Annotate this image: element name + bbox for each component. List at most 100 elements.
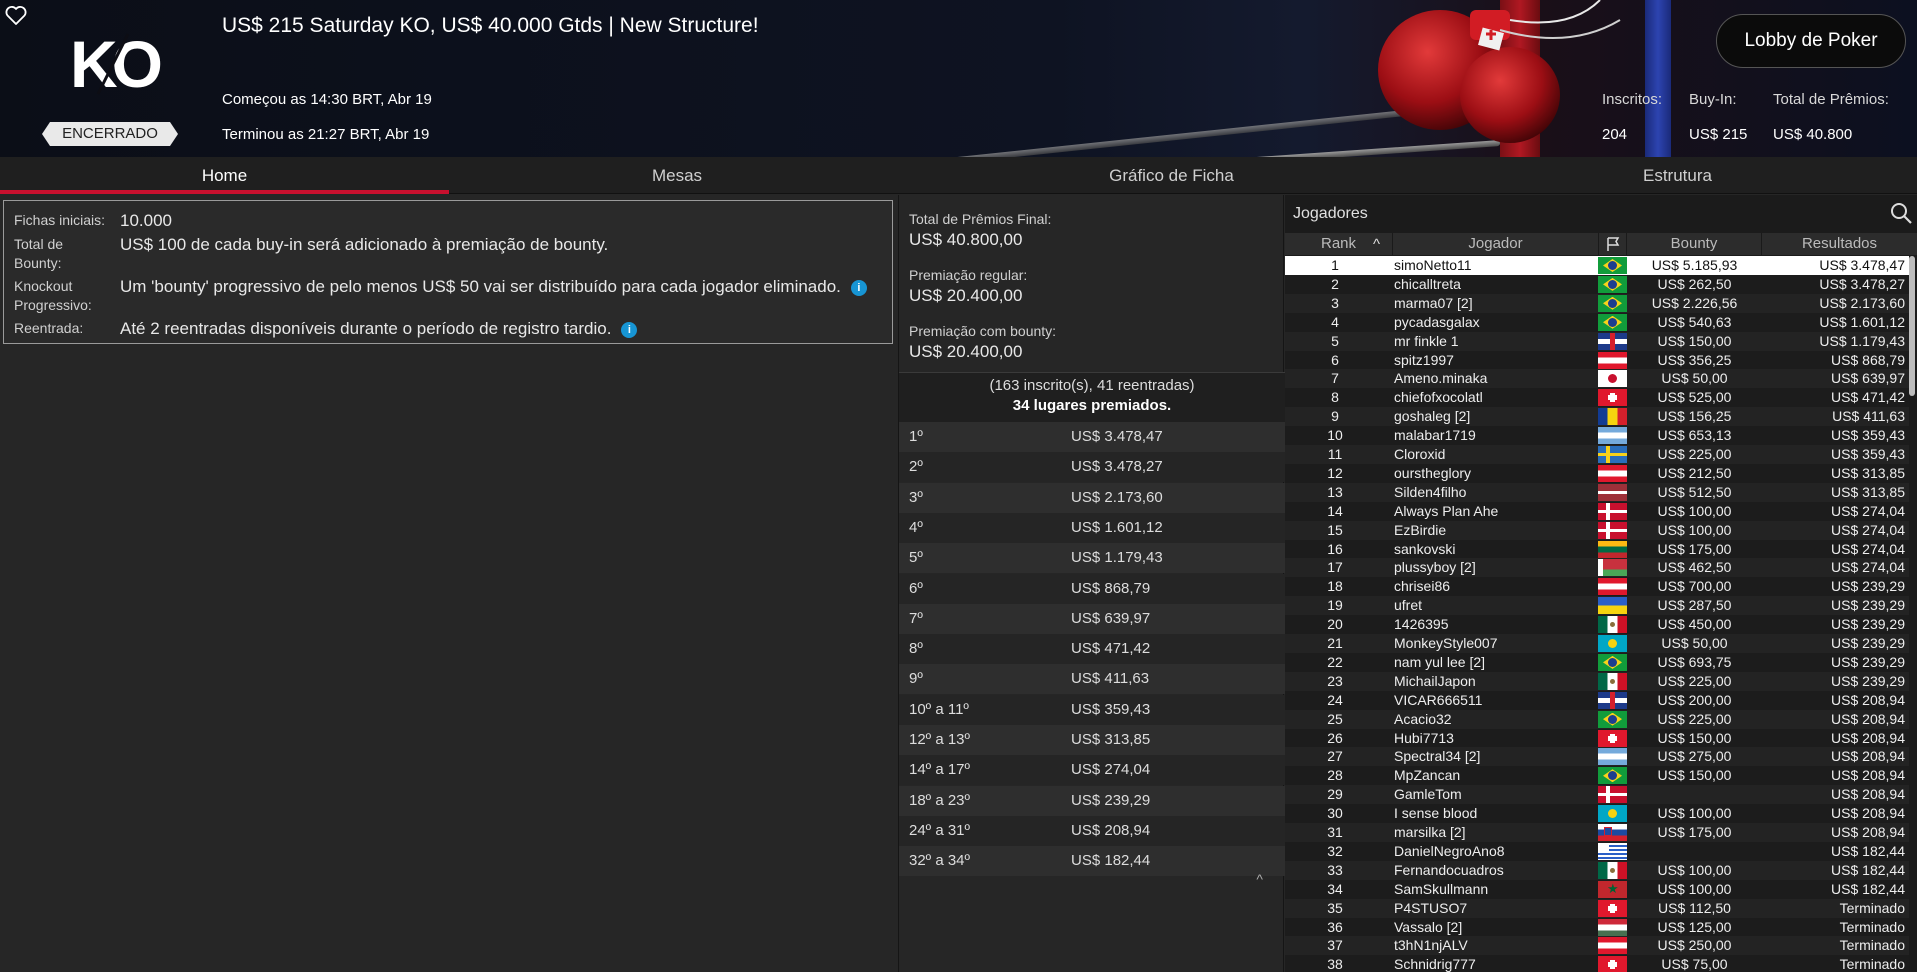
player-row[interactable]: 8 chiefofxocolatl US$ 525,00 US$ 471,42 (1285, 388, 1909, 408)
player-row[interactable]: 28 MpZancan US$ 150,00 US$ 208,94 (1285, 766, 1909, 786)
info-icon[interactable]: i (850, 280, 867, 296)
player-row[interactable]: 18 chrisei86 US$ 700,00 US$ 239,29 (1285, 577, 1909, 597)
payout-row: 7º US$ 639,97 (899, 603, 1285, 634)
player-row[interactable]: 26 Hubi7713 US$ 150,00 US$ 208,94 (1285, 728, 1909, 748)
player-row[interactable]: 12 oursthеglory US$ 212,50 US$ 313,85 (1285, 463, 1909, 483)
country-flag-icon (1598, 408, 1627, 426)
player-row[interactable]: 14 Always Plan Ahe US$ 100,00 US$ 274,04 (1285, 501, 1909, 521)
flag-br-icon (1598, 710, 1627, 728)
player-result: US$ 208,94 (1831, 824, 1905, 840)
poker-lobby-button[interactable]: Lobby de Poker (1716, 14, 1906, 68)
player-row[interactable]: 1 simoNetto11 US$ 5.185,93 US$ 3.478,47 (1285, 256, 1909, 275)
ring-rope (302, 140, 1501, 157)
player-name: ufret (1394, 597, 1423, 614)
column-bounty[interactable]: Bounty (1627, 233, 1762, 255)
player-row[interactable]: 36 Vassalo [2] US$ 125,00 Terminado (1285, 917, 1909, 937)
player-row[interactable]: 34 SamSkullmann US$ 100,00 US$ 182,44 (1285, 879, 1909, 899)
player-row[interactable]: 20 1426395 US$ 450,00 US$ 239,29 (1285, 615, 1909, 635)
buyin-value: US$ 215 (1689, 126, 1748, 143)
player-result: US$ 313,85 (1831, 483, 1905, 500)
tab-home[interactable]: Home (0, 157, 449, 194)
player-row[interactable]: 38 Schnidrig777 US$ 75,00 Terminado (1285, 955, 1909, 972)
column-rank[interactable]: Rank ^ (1285, 233, 1393, 255)
favorite-heart-icon[interactable] (4, 3, 28, 27)
player-name: Hubi7713 (1394, 729, 1454, 746)
player-row[interactable]: 9 goshaleg [2] US$ 156,25 US$ 411,63 (1285, 407, 1909, 427)
player-name: I sense blood (1394, 805, 1478, 822)
payout-place: 4º (909, 518, 923, 536)
ring-rope (505, 100, 1501, 157)
player-row[interactable]: 5 mr finkle 1 US$ 150,00 US$ 1.179,43 (1285, 331, 1909, 351)
tab-chip-chart[interactable]: Gráfico de Ficha (905, 157, 1438, 194)
player-row[interactable]: 4 pycadasgalax US$ 540,63 US$ 1.601,12 (1285, 312, 1909, 332)
column-results[interactable]: Resultados (1762, 233, 1917, 255)
player-row[interactable]: 24 VICAR666511 US$ 200,00 US$ 208,94 (1285, 690, 1909, 710)
total-prize-final-value: US$ 40.800,00 (909, 230, 1023, 249)
tournament-title: US$ 215 Saturday KO, US$ 40.000 Gtds | N… (222, 14, 759, 37)
flag-dk-icon (1598, 786, 1627, 804)
payout-row: 5º US$ 1.179,43 (899, 543, 1285, 574)
flag-hu-icon (1598, 918, 1627, 936)
player-name: mr finkle 1 (1394, 332, 1459, 349)
player-row[interactable]: 3 marma07 [2] US$ 2.226,56 US$ 2.173,60 (1285, 293, 1909, 313)
player-name: Fernandocuadros (1394, 861, 1504, 878)
players-scrollbar[interactable] (1909, 256, 1915, 396)
player-row[interactable]: 37 t3hN1njALV US$ 250,00 Terminado (1285, 936, 1909, 956)
payout-row: 10º a 11º US$ 359,43 (899, 694, 1285, 725)
player-row[interactable]: 13 Silden4filho US$ 512,50 US$ 313,85 (1285, 482, 1909, 502)
prize-panel: Total de Prêmios Final: US$ 40.800,00 Pr… (898, 195, 1285, 972)
player-row[interactable]: 10 malabar1719 US$ 653,13 US$ 359,43 (1285, 426, 1909, 446)
player-name: Acacio32 (1394, 710, 1452, 727)
info-icon[interactable]: i (621, 322, 638, 338)
entries-summary: (163 inscrito(s), 41 reentradas) 34 luga… (899, 372, 1285, 422)
player-row[interactable]: 19 ufret US$ 287,50 US$ 239,29 (1285, 596, 1909, 616)
payout-amount: US$ 3.478,47 (1071, 428, 1163, 445)
search-icon[interactable] (1889, 201, 1913, 225)
player-row[interactable]: 22 nam yul lee [2] US$ 693,75 US$ 239,29 (1285, 652, 1909, 672)
player-row[interactable]: 2 chicalltreta US$ 262,50 US$ 3.478,27 (1285, 274, 1909, 294)
player-row[interactable]: 16 sankovski US$ 175,00 US$ 274,04 (1285, 539, 1909, 559)
payout-row: 9º US$ 411,63 (899, 664, 1285, 695)
player-row[interactable]: 7 Ameno.minaka US$ 50,00 US$ 639,97 (1285, 369, 1909, 389)
country-flag-icon (1598, 918, 1627, 936)
payout-amount: US$ 208,94 (1071, 821, 1151, 839)
player-row[interactable]: 35 P4STUSO7 US$ 112,50 Terminado (1285, 898, 1909, 918)
bounty-prize-value: US$ 20.400,00 (909, 342, 1023, 361)
player-row[interactable]: 15 EzBirdie US$ 100,00 US$ 274,04 (1285, 520, 1909, 540)
player-rank: 5 (1331, 332, 1339, 349)
player-bounty: US$ 356,25 (1657, 351, 1732, 368)
country-flag-icon (1598, 257, 1627, 274)
player-row[interactable]: 32 DanielNegroAno8 US$ 182,44 (1285, 841, 1909, 861)
collapse-arrow-icon[interactable]: ^ (1256, 871, 1263, 887)
players-table-header: Rank ^ Jogador Bounty Resultados (1285, 233, 1917, 255)
player-bounty: US$ 262,50 (1657, 275, 1732, 292)
player-row[interactable]: 17 plussyboy [2] US$ 462,50 US$ 274,04 (1285, 558, 1909, 578)
player-name: GamleTom (1394, 786, 1462, 803)
tab-structure[interactable]: Estrutura (1438, 157, 1917, 194)
player-row[interactable]: 25 Acacio32 US$ 225,00 US$ 208,94 (1285, 709, 1909, 729)
player-row[interactable]: 21 MonkeyStyle007 US$ 50,00 US$ 239,29 (1285, 634, 1909, 653)
player-row[interactable]: 33 Fernandocuadros US$ 100,00 US$ 182,44 (1285, 860, 1909, 880)
tab-tables[interactable]: Mesas (449, 157, 905, 194)
player-row[interactable]: 29 GamleTom US$ 208,94 (1285, 785, 1909, 805)
player-row[interactable]: 27 Spectral34 [2] US$ 275,00 US$ 208,94 (1285, 747, 1909, 767)
player-row[interactable]: 6 spitz1997 US$ 356,25 US$ 868,79 (1285, 350, 1909, 370)
player-row[interactable]: 30 I sense blood US$ 100,00 US$ 208,94 (1285, 804, 1909, 824)
column-flag[interactable] (1599, 233, 1627, 255)
player-row[interactable]: 23 MichailJapon US$ 225,00 US$ 239,29 (1285, 671, 1909, 691)
payout-place: 14º a 17º (909, 761, 971, 779)
player-result: US$ 411,63 (1832, 408, 1905, 425)
player-bounty: US$ 100,00 (1657, 880, 1732, 897)
player-row[interactable]: 11 Cloroxid US$ 225,00 US$ 359,43 (1285, 445, 1909, 464)
payout-place: 3º (909, 488, 923, 506)
column-player[interactable]: Jogador (1393, 233, 1599, 255)
tab-bar: Home Mesas Gráfico de Ficha Estrutura (0, 157, 1917, 194)
player-name: Silden4filho (1394, 483, 1467, 500)
payout-place: 5º (909, 549, 923, 567)
player-name: EzBirdie (1394, 521, 1447, 538)
player-result: US$ 1.601,12 (1819, 313, 1905, 330)
player-bounty: US$ 50,00 (1661, 635, 1728, 651)
payout-place: 7º (909, 609, 923, 627)
player-row[interactable]: 31 marsilka [2] US$ 175,00 US$ 208,94 (1285, 823, 1909, 842)
payout-place: 18º a 23º (909, 791, 971, 809)
